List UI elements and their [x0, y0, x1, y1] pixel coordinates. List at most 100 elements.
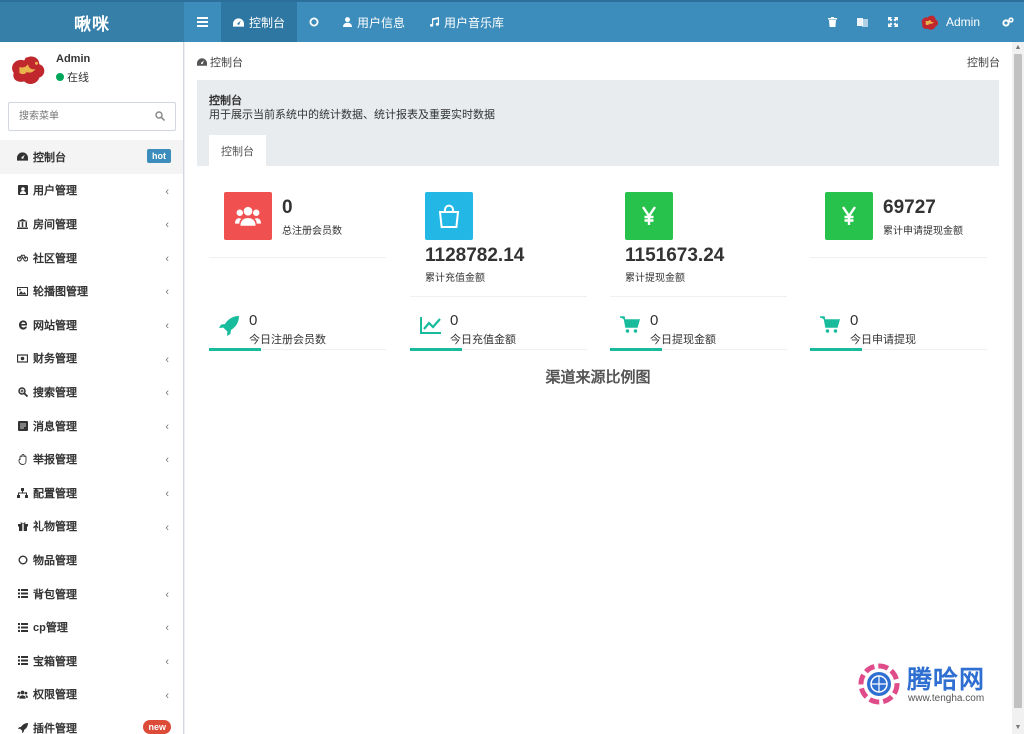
sidebar-item-plugins[interactable]: 插件管理 new	[0, 711, 183, 734]
stat-icon-box	[425, 192, 473, 240]
chevron-left-icon: ‹	[165, 420, 169, 433]
sidebar-item-gifts[interactable]: 礼物管理 ‹	[0, 510, 183, 544]
page-scrollbar[interactable]: ▲ ▼	[1012, 42, 1024, 734]
gift-icon	[17, 522, 28, 532]
clear-cache-button[interactable]	[818, 2, 847, 42]
sidebar-item-label: 轮播图管理	[33, 286, 88, 299]
sidebar-item-label: 物品管理	[33, 554, 77, 567]
today-value: 0	[850, 312, 859, 329]
fullscreen-button[interactable]	[878, 2, 908, 42]
sidebar-item-cp[interactable]: cp管理 ‹	[0, 610, 183, 644]
sidebar-item-users[interactable]: 用户管理 ‹	[0, 174, 183, 208]
sidebar: Admin 在线 控制台 hot 用户管理 ‹ 房间管理 ‹ 社区管理 ‹	[0, 42, 184, 734]
breadcrumb-left: 控制台	[197, 54, 243, 70]
hot-badge: hot	[147, 149, 171, 163]
scroll-down-arrow-icon[interactable]: ▼	[1012, 722, 1024, 734]
tab-music-library[interactable]: 用户音乐库	[417, 2, 516, 42]
chevron-left-icon: ‹	[165, 521, 169, 534]
chevron-left-icon: ‹	[165, 689, 169, 702]
sidebar-item-messages[interactable]: 消息管理 ‹	[0, 409, 183, 443]
dashboard-icon	[197, 58, 207, 66]
sidebar-item-label: cp管理	[33, 622, 68, 635]
users-icon	[17, 690, 28, 699]
sidebar-item-label: 搜索管理	[33, 386, 77, 399]
sidebar-item-label: 消息管理	[33, 420, 77, 433]
today-progress-bar	[610, 348, 662, 351]
stat-value: 1128782.14	[425, 245, 525, 266]
scrollbar-thumb[interactable]	[1014, 54, 1022, 708]
top-right-tools: Admin	[818, 2, 1024, 42]
ie-icon	[18, 320, 27, 330]
sidebar-item-label: 配置管理	[33, 487, 77, 500]
stat-card-total-withdraw: 1151673.24 累计提现金额	[610, 192, 787, 297]
stat-label: 累计提现金额	[625, 273, 685, 284]
watermark-logo-icon	[858, 663, 900, 705]
rocket-icon	[17, 722, 28, 733]
sidebar-item-dashboard[interactable]: 控制台 hot	[0, 140, 183, 174]
sidebar-item-reports[interactable]: 举报管理 ‹	[0, 442, 183, 476]
tab-user-info[interactable]: 用户信息	[331, 2, 417, 42]
sidebar-item-items[interactable]: 物品管理	[0, 543, 183, 577]
today-progress-bar	[810, 348, 862, 351]
sidebar-item-search[interactable]: 搜索管理 ‹	[0, 375, 183, 409]
menu-search-input[interactable]	[9, 103, 149, 130]
online-dot-icon	[56, 73, 64, 81]
scroll-up-arrow-icon[interactable]: ▲	[1012, 42, 1024, 54]
today-label: 今日申请提现	[850, 334, 916, 346]
sidebar-item-finance[interactable]: 财务管理 ‹	[0, 342, 183, 376]
sidebar-item-carousel[interactable]: 轮播图管理 ‹	[0, 274, 183, 308]
watermark-brand: 腾哈网	[907, 666, 986, 694]
top-nav: 控制台 用户信息 用户音乐库	[184, 2, 516, 42]
hand-icon	[18, 453, 26, 465]
tab-dashboard[interactable]: 控制台	[221, 2, 298, 42]
today-label: 今日提现金额	[650, 334, 716, 346]
tab-music-library-label: 用户音乐库	[444, 15, 505, 30]
chevron-left-icon: ‹	[165, 319, 169, 332]
sidebar-toggle-button[interactable]	[184, 2, 221, 42]
watermark-url: www.tengha.com	[908, 693, 985, 704]
bank-icon	[17, 218, 28, 229]
breadcrumb-right[interactable]: 控制台	[967, 54, 1000, 70]
sidebar-item-label: 网站管理	[33, 319, 77, 332]
fullscreen-icon	[887, 17, 898, 27]
tab-circle[interactable]	[297, 2, 331, 42]
stat-label: 累计申请提现金额	[883, 226, 963, 237]
divider	[810, 257, 987, 258]
sitemap-icon	[17, 487, 28, 498]
sidebar-item-treasure-box[interactable]: 宝箱管理 ‹	[0, 644, 183, 678]
gears-icon	[1002, 17, 1014, 27]
sidebar-item-config[interactable]: 配置管理 ‹	[0, 476, 183, 510]
circle-icon	[309, 17, 319, 27]
breadcrumb-item[interactable]: 控制台	[210, 54, 243, 70]
chevron-left-icon: ‹	[165, 588, 169, 601]
stat-label: 累计充值金额	[425, 273, 485, 284]
dashboard-panel: 控制台 用于展示当前系统中的统计数据、统计报表及重要实时数据 控制台 0 总注册…	[197, 80, 999, 734]
stat-icon-box	[825, 192, 873, 240]
yen-icon	[642, 206, 656, 225]
breadcrumb: 控制台 控制台	[197, 54, 1000, 70]
tab-dashboard-panel[interactable]: 控制台	[209, 133, 266, 166]
sidebar-item-label: 背包管理	[33, 588, 77, 601]
language-button[interactable]	[847, 2, 878, 42]
new-badge: new	[143, 720, 171, 734]
chevron-left-icon: ‹	[165, 286, 169, 299]
chevron-left-icon: ‹	[165, 454, 169, 467]
sidebar-item-label: 财务管理	[33, 353, 77, 366]
sidebar-item-website[interactable]: 网站管理 ‹	[0, 308, 183, 342]
sidebar-item-permissions[interactable]: 权限管理 ‹	[0, 678, 183, 712]
dashboard-icon	[233, 17, 244, 27]
sidebar-item-community[interactable]: 社区管理 ‹	[0, 241, 183, 275]
today-card-recharge: 0 今日充值金额	[410, 310, 587, 351]
user-menu[interactable]: Admin	[908, 2, 994, 42]
panel-description: 用于展示当前系统中的统计数据、统计报表及重要实时数据	[209, 109, 495, 121]
search-icon[interactable]	[155, 111, 165, 121]
sidebar-item-rooms[interactable]: 房间管理 ‹	[0, 207, 183, 241]
chevron-left-icon: ‹	[165, 353, 169, 366]
app-logo[interactable]: 啾咪	[0, 2, 184, 42]
dashboard-icon	[17, 152, 28, 161]
sidebar-item-backpack[interactable]: 背包管理 ‹	[0, 577, 183, 611]
sidebar-item-label: 用户管理	[33, 185, 77, 198]
chevron-left-icon: ‹	[165, 252, 169, 265]
settings-button[interactable]	[994, 2, 1024, 42]
today-value: 0	[249, 312, 258, 329]
